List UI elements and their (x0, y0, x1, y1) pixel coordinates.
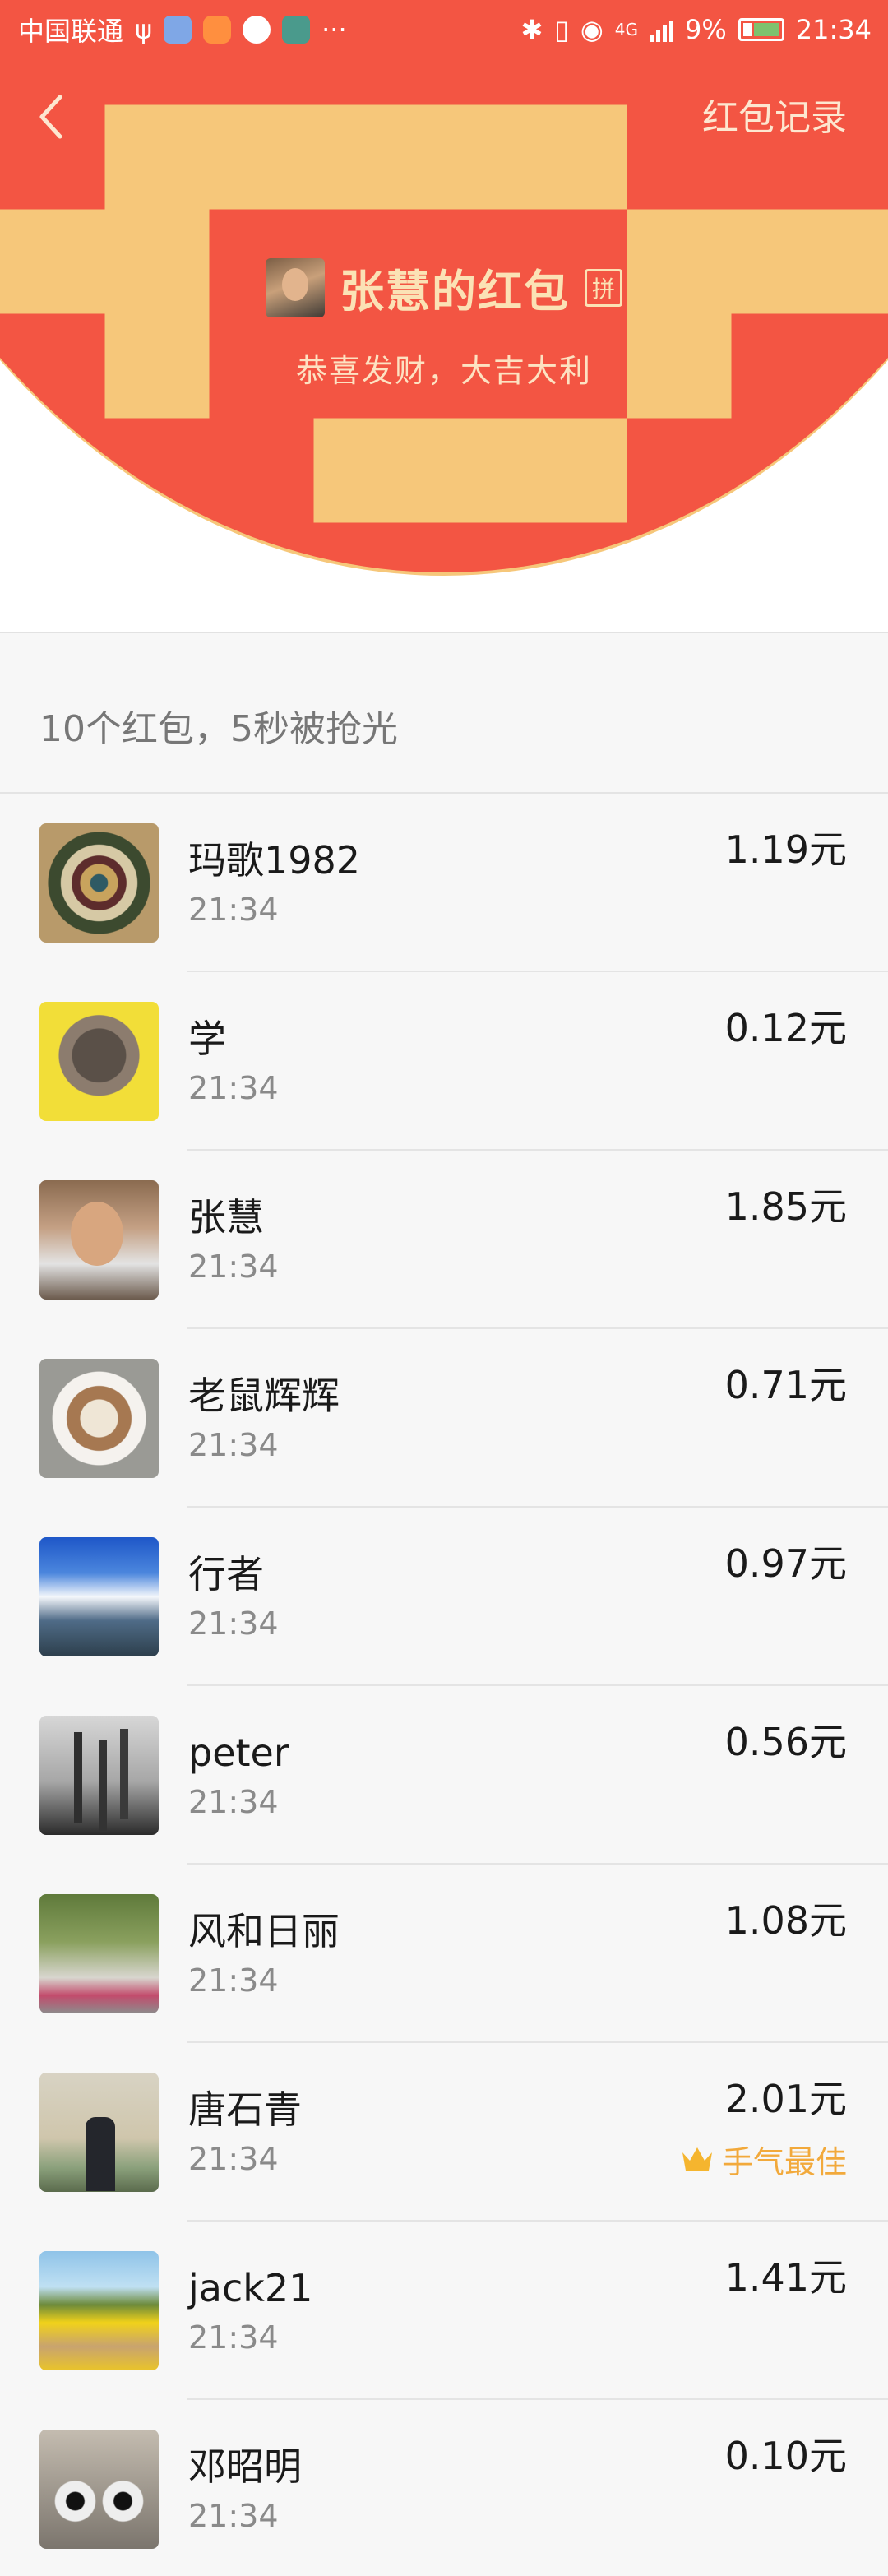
red-packet-header: 中国联通 ψ ··· ✱ ▯ ◉ 4G 9% 21:34 红包记录 张慧的红包 … (0, 0, 888, 633)
list-item[interactable]: peter 21:34 0.56元 (0, 1686, 888, 1865)
grab-time: 21:34 (188, 891, 279, 928)
grab-time: 21:34 (188, 2319, 279, 2356)
amount: 1.08元 (724, 1898, 847, 1943)
amount: 1.41元 (724, 2255, 847, 2300)
usb-icon: ψ (135, 14, 153, 45)
sender-title: 张慧的红包 (340, 266, 570, 317)
amount: 1.85元 (724, 1184, 847, 1229)
best-luck-label: 手气最佳 (721, 2144, 847, 2180)
recipient-name: 行者 (188, 1551, 264, 1596)
lock-app-icon (203, 16, 232, 44)
amount: 0.10元 (724, 2434, 847, 2478)
app-notification-icon (164, 16, 192, 44)
avatar[interactable] (39, 1894, 159, 2013)
amount: 1.19元 (724, 827, 847, 872)
grab-time: 21:34 (188, 1605, 279, 1642)
chevron-left-icon (39, 95, 62, 139)
avatar[interactable] (39, 2430, 159, 2549)
grab-time: 21:34 (188, 1783, 279, 1820)
recipient-name: jack21 (188, 2265, 313, 2310)
recipient-name: 学 (188, 1016, 226, 1061)
recipient-name: 玛歌1982 (188, 837, 361, 883)
amount: 0.56元 (724, 1720, 847, 1764)
section-divider (0, 632, 888, 633)
crown-icon (682, 2147, 712, 2171)
grab-time: 21:34 (188, 1248, 279, 1285)
bluetooth-icon: ✱ (520, 14, 543, 45)
recipient-name: 老鼠辉辉 (188, 1373, 340, 1418)
recipient-name: 张慧 (188, 1194, 264, 1239)
amount: 2.01元 (724, 2077, 847, 2121)
amount: 0.12元 (724, 1006, 847, 1050)
back-button[interactable] (30, 92, 72, 141)
blessing-message: 恭喜发财，大吉大利 (295, 353, 592, 389)
carrier-label: 中国联通 (18, 16, 124, 47)
sender-avatar[interactable] (266, 257, 325, 317)
eye-comfort-icon: ◉ (580, 14, 604, 45)
pin-badge: 拼 (585, 268, 622, 307)
more-notifications-icon: ··· (321, 14, 347, 45)
grab-time: 21:34 (188, 2140, 279, 2177)
avatar[interactable] (39, 2073, 159, 2192)
list-item[interactable]: 唐石青 21:34 2.01元 手气最佳 (0, 2043, 888, 2222)
signal-icon (650, 17, 674, 42)
network-type-label: 4G (614, 20, 639, 39)
clock: 21:34 (795, 14, 872, 45)
list-item[interactable]: 老鼠辉辉 21:34 0.71元 (0, 1329, 888, 1508)
avatar[interactable] (39, 1180, 159, 1300)
grab-time: 21:34 (188, 1426, 279, 1463)
recipient-name: 风和日丽 (188, 1908, 340, 1953)
recipient-name: peter (188, 1730, 289, 1775)
avatar[interactable] (39, 1002, 159, 1121)
red-packet-summary: 10个红包，5秒被抢光 (0, 658, 888, 794)
amount: 0.71元 (724, 1363, 847, 1407)
battery-percent: 9% (685, 14, 727, 45)
avatar[interactable] (39, 1359, 159, 1478)
list-item[interactable]: 邓昭明 21:34 0.10元 (0, 2400, 888, 2576)
list-item[interactable]: jack21 21:34 1.41元 (0, 2222, 888, 2400)
list-item[interactable]: 行者 21:34 0.97元 (0, 1508, 888, 1686)
vibrate-icon: ▯ (554, 14, 569, 45)
avatar[interactable] (39, 2251, 159, 2370)
avatar[interactable] (39, 823, 159, 943)
recipient-name: 邓昭明 (188, 2444, 302, 2489)
best-luck-badge: 手气最佳 (681, 2137, 847, 2182)
recipient-list: 玛歌1982 21:34 1.19元 学 21:34 0.12元 张慧 21:3… (0, 794, 888, 2576)
amount: 0.97元 (724, 1541, 847, 1586)
list-item[interactable]: 学 21:34 0.12元 (0, 972, 888, 1151)
grab-time: 21:34 (188, 2497, 279, 2534)
list-item[interactable]: 张慧 21:34 1.85元 (0, 1151, 888, 1329)
recipient-name: 唐石青 (188, 2087, 302, 2132)
list-item[interactable]: 玛歌1982 21:34 1.19元 (0, 794, 888, 972)
grab-time: 21:34 (188, 1069, 279, 1106)
avatar[interactable] (39, 1537, 159, 1656)
status-bar: 中国联通 ψ ··· ✱ ▯ ◉ 4G 9% 21:34 (0, 0, 888, 59)
wallet-notification-icon (282, 16, 311, 44)
avatar[interactable] (39, 1716, 159, 1835)
battery-icon (738, 18, 784, 41)
grab-time: 21:34 (188, 1962, 279, 1999)
red-packet-records-button[interactable]: 红包记录 (702, 92, 847, 145)
browser-notification-icon (243, 16, 271, 44)
list-item[interactable]: 风和日丽 21:34 1.08元 (0, 1865, 888, 2043)
sender-info: 张慧的红包 拼 (0, 255, 888, 320)
